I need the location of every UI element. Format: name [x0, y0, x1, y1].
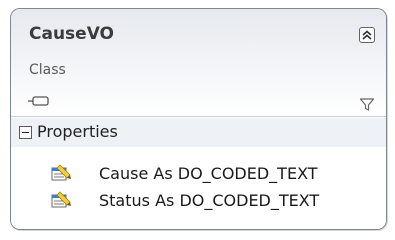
class-stereotype: Class	[29, 62, 66, 78]
collapse-button[interactable]	[359, 27, 375, 43]
property-icon	[51, 164, 71, 181]
class-shape-causevo[interactable]: CauseVO Class Properties Cause As DO_COD…	[10, 8, 387, 230]
class-name: CauseVO	[29, 24, 115, 44]
property-label: Status As DO_CODED_TEXT	[99, 191, 320, 210]
property-icon	[51, 191, 71, 208]
property-row[interactable]: Status As DO_CODED_TEXT	[11, 187, 386, 214]
collapse-toggle-icon[interactable]	[19, 126, 32, 139]
chevron-up-double-icon	[362, 30, 372, 40]
class-header: CauseVO Class	[11, 9, 386, 116]
properties-compartment: Properties Cause As DO_CODED_TEXT Status…	[11, 116, 386, 229]
property-row[interactable]: Cause As DO_CODED_TEXT	[11, 160, 386, 187]
filter-icon[interactable]	[359, 96, 375, 112]
property-label: Cause As DO_CODED_TEXT	[99, 164, 318, 183]
section-title: Properties	[37, 122, 118, 141]
properties-section-header[interactable]: Properties	[11, 118, 386, 147]
class-shape-icon	[28, 96, 49, 106]
